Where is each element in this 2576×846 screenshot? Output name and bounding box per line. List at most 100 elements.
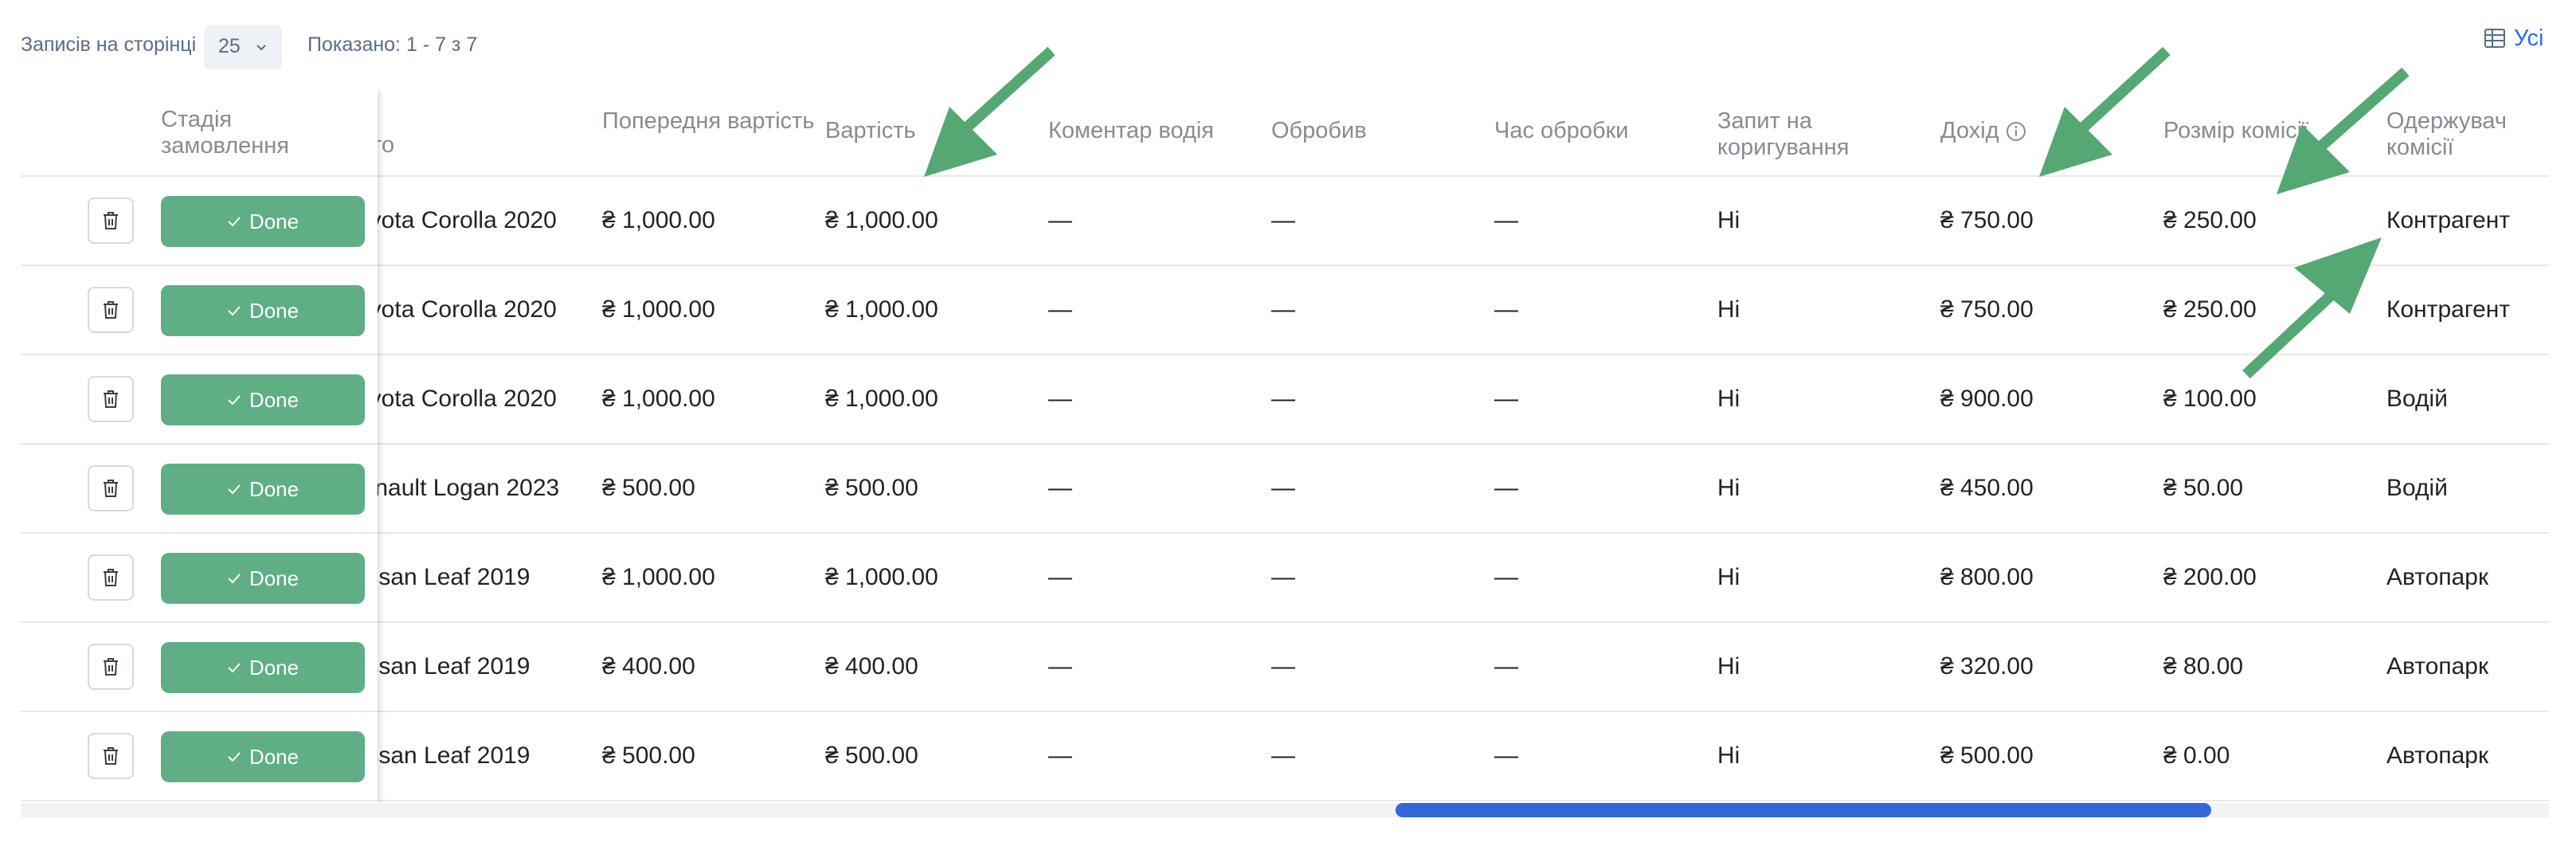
cell-income: ₴ 900.00 <box>1940 386 2034 412</box>
table-toolbar: Записів на сторінці 25 Показано: 1 - 7 з… <box>0 0 2576 88</box>
status-label: Done <box>249 387 299 412</box>
cell-driver-comment: — <box>1048 207 1072 233</box>
cell-commission: ₴ 50.00 <box>2163 475 2244 501</box>
cell-cost: ₴ 500.00 <box>825 742 918 769</box>
check-icon <box>228 484 241 495</box>
column-header-commission[interactable]: Розмір комісії <box>2163 118 2378 144</box>
status-done-button[interactable]: Done <box>161 374 365 425</box>
cell-cost: ₴ 1,000.00 <box>825 296 938 323</box>
row-divider <box>21 532 378 534</box>
status-label: Done <box>249 655 299 680</box>
status-done-button[interactable]: Done <box>161 642 365 693</box>
cell-prev-cost: ₴ 500.00 <box>602 742 695 769</box>
cell-cost: ₴ 400.00 <box>825 653 918 680</box>
status-done-button[interactable]: Done <box>161 285 365 336</box>
columns-toggle-label: Усі <box>2514 25 2544 51</box>
cell-prev-cost: ₴ 1,000.00 <box>602 296 715 323</box>
cell-commission: ₴ 250.00 <box>2163 207 2257 233</box>
cell-processed-by: — <box>1271 653 1295 680</box>
status-done-button[interactable]: Done <box>161 731 365 782</box>
column-header-process-time[interactable]: Час обробки <box>1494 118 1709 144</box>
cell-recipient: Контрагент <box>2386 207 2511 233</box>
trash-icon <box>104 390 118 408</box>
trash-icon <box>104 480 118 497</box>
cell-process-time: — <box>1494 653 1518 680</box>
trash-icon <box>104 212 118 229</box>
row-divider <box>21 443 378 445</box>
row-divider <box>21 264 378 266</box>
cell-recipient: Водій <box>2386 475 2448 501</box>
delete-button[interactable] <box>88 287 134 333</box>
cell-recipient: Автопарк <box>2386 564 2489 590</box>
cell-driver-comment: — <box>1048 386 1072 412</box>
cell-correction: Ні <box>1717 296 1740 323</box>
cell-car: Toyota Corolla 2020 <box>371 386 557 412</box>
cell-cost: ₴ 500.00 <box>825 475 918 501</box>
check-icon <box>228 306 241 316</box>
status-done-button[interactable]: Done <box>161 196 365 247</box>
column-header-income[interactable]: Дохід <box>1940 118 2155 144</box>
delete-button[interactable] <box>88 376 134 422</box>
cell-process-time: — <box>1494 475 1518 501</box>
cell-car: Nissan Leaf 2019 <box>371 653 530 680</box>
column-header-commission-recipient[interactable]: Одержувач комісії <box>2386 108 2538 161</box>
cell-correction: Ні <box>1717 475 1740 501</box>
table-row: Toyota Corolla 2020 ₴ 1,000.00 ₴ 1,000.0… <box>21 266 2549 355</box>
delete-button[interactable] <box>88 733 134 779</box>
cell-driver-comment: — <box>1048 475 1072 501</box>
cell-prev-cost: ₴ 400.00 <box>602 653 695 680</box>
cell-prev-cost: ₴ 1,000.00 <box>602 564 715 590</box>
status-label: Done <box>249 744 299 769</box>
row-divider <box>21 354 378 355</box>
cell-cost: ₴ 1,000.00 <box>825 564 938 590</box>
cell-correction: Ні <box>1717 207 1740 233</box>
status-label: Done <box>249 566 299 590</box>
orders-table: то Попередня вартість Вартість Коментар … <box>21 88 2549 818</box>
cell-process-time: — <box>1494 386 1518 412</box>
info-icon[interactable] <box>2006 121 2026 142</box>
delete-button[interactable] <box>88 554 134 601</box>
per-page-value: 25 <box>218 35 241 57</box>
status-label: Done <box>249 298 299 323</box>
column-header-cost[interactable]: Вартість <box>825 118 1040 144</box>
cell-processed-by: — <box>1271 742 1295 769</box>
cell-processed-by: — <box>1271 475 1295 501</box>
delete-button[interactable] <box>88 198 134 244</box>
status-done-button[interactable]: Done <box>161 464 365 515</box>
cell-prev-cost: ₴ 1,000.00 <box>602 386 715 412</box>
cell-cost: ₴ 1,000.00 <box>825 386 938 412</box>
cell-correction: Ні <box>1717 386 1740 412</box>
cell-income: ₴ 750.00 <box>1940 296 2034 323</box>
row-divider <box>21 711 378 712</box>
column-header-prev-cost[interactable]: Попередня вартість <box>602 108 817 135</box>
per-page-select[interactable]: 25 <box>204 25 282 69</box>
column-header-correction[interactable]: Запит на коригування <box>1717 108 1932 161</box>
check-icon <box>228 663 241 673</box>
chevron-down-icon <box>256 45 266 51</box>
delete-button[interactable] <box>88 465 134 511</box>
column-header-processed-by[interactable]: Обробив <box>1271 118 1486 144</box>
horizontal-scrollbar-thumb[interactable] <box>1396 803 2211 817</box>
cell-processed-by: — <box>1271 207 1295 233</box>
column-header-stage[interactable]: Стадія замовлення <box>161 107 320 159</box>
delete-button[interactable] <box>88 644 134 690</box>
trash-icon <box>104 569 118 586</box>
cell-car: Nissan Leaf 2019 <box>371 564 530 590</box>
check-icon <box>228 574 241 584</box>
cell-recipient: Контрагент <box>2386 296 2511 323</box>
cell-commission: ₴ 80.00 <box>2163 653 2244 680</box>
cell-income: ₴ 500.00 <box>1940 742 2034 769</box>
table-row: Nissan Leaf 2019 ₴ 400.00 ₴ 400.00 — — —… <box>21 623 2549 712</box>
cell-driver-comment: — <box>1048 564 1072 590</box>
status-done-button[interactable]: Done <box>161 553 365 604</box>
cell-income: ₴ 800.00 <box>1940 564 2034 590</box>
column-header-auto[interactable]: то <box>371 132 419 159</box>
table-row: Toyota Corolla 2020 ₴ 1,000.00 ₴ 1,000.0… <box>21 355 2549 445</box>
cell-prev-cost: ₴ 1,000.00 <box>602 207 715 233</box>
status-label: Done <box>249 476 299 501</box>
cell-processed-by: — <box>1271 386 1295 412</box>
cell-commission: ₴ 250.00 <box>2163 296 2257 323</box>
column-header-driver-comment[interactable]: Коментар водія <box>1048 118 1263 144</box>
columns-toggle-button[interactable]: Усі <box>2484 22 2543 54</box>
table-row: Nissan Leaf 2019 ₴ 500.00 ₴ 500.00 — — —… <box>21 712 2549 801</box>
